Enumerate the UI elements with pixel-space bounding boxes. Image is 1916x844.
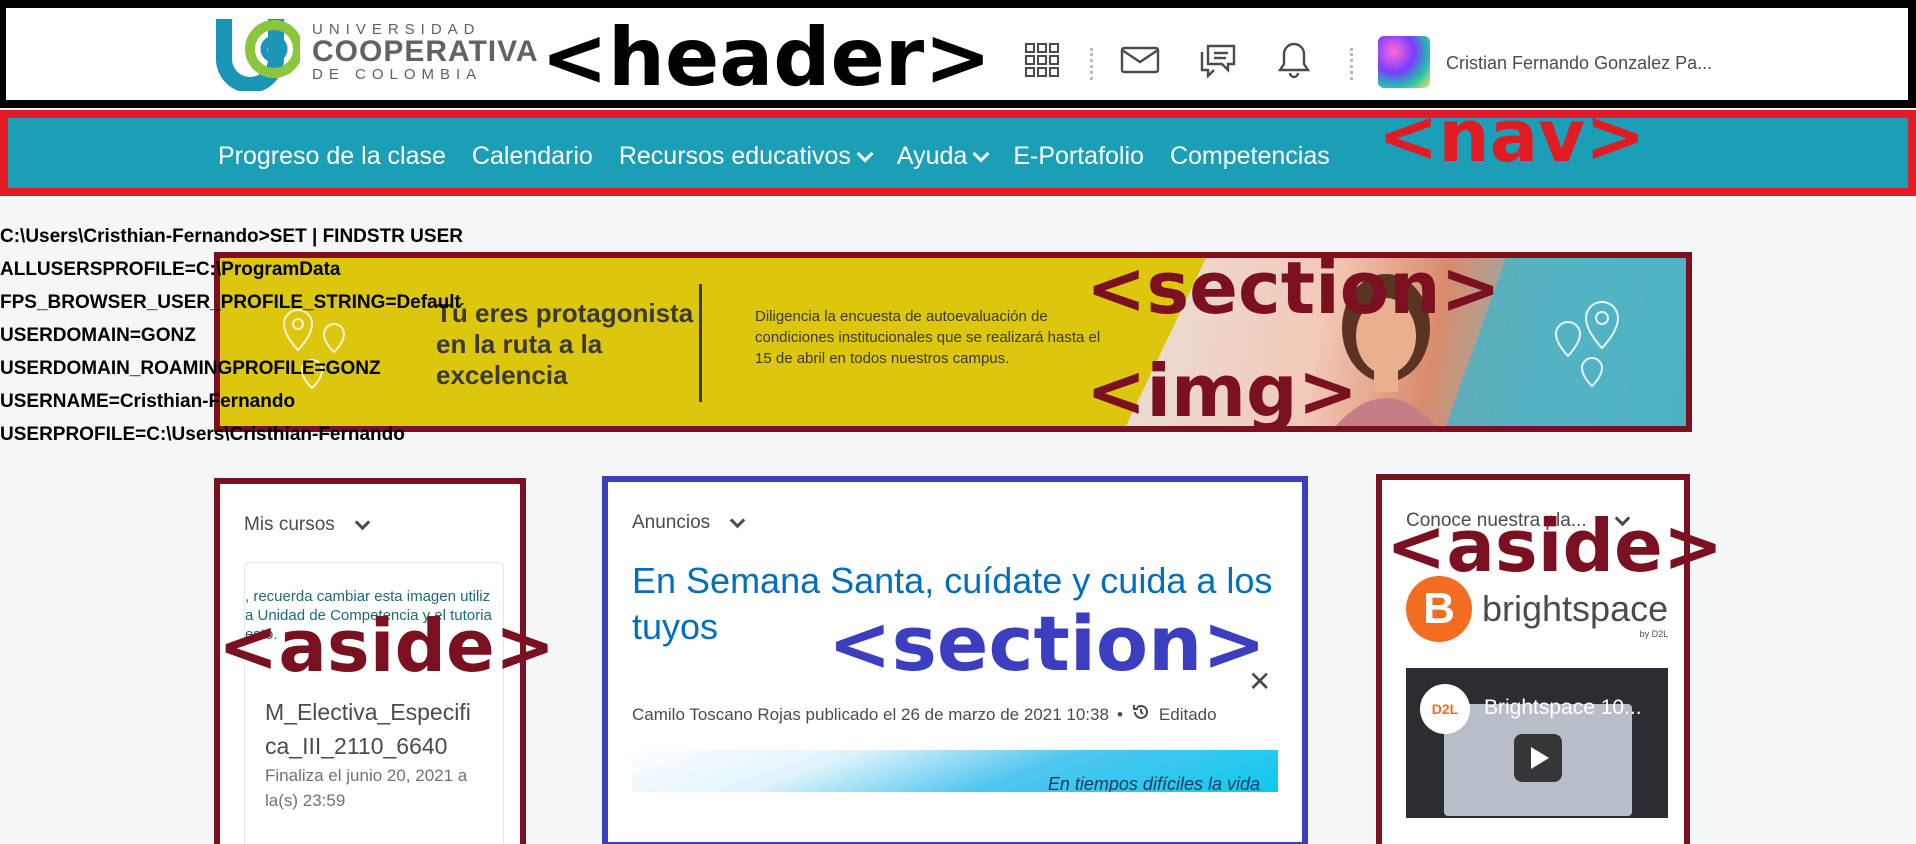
course-end-line: la(s) 23:59: [265, 791, 346, 810]
nav-items: Progreso de la clase Calendario Recursos…: [218, 142, 1330, 171]
brightspace-byline: by D2L: [1639, 629, 1669, 639]
banner-divider: [699, 284, 702, 402]
d2l-channel-icon: D2L: [1420, 684, 1470, 734]
banner-text: Diligencia la encuesta de autoevaluación…: [755, 306, 1100, 369]
bullet-separator: •: [1116, 704, 1123, 724]
nav-label: Recursos educativos: [618, 142, 851, 170]
terminal-line: FPS_BROWSER_USER_PROFILE_STRING=Default: [0, 292, 461, 313]
chevron-down-icon: [856, 145, 874, 162]
nav-item-recursos[interactable]: Recursos educativos: [618, 142, 874, 171]
nav-label: Competencias: [1169, 142, 1330, 170]
brightspace-wordmark: brightspace: [1482, 588, 1669, 629]
history-icon: [1131, 702, 1151, 727]
course-end-line: Finaliza el junio 20, 2021 a: [265, 766, 468, 785]
nav-label: Ayuda: [896, 142, 968, 170]
terminal-line: C:\Users\Cristhian-Fernando>SET | FINDST…: [0, 226, 463, 247]
terminal-line: USERPROFILE=C:\Users\Cristhian-Fernando: [0, 424, 405, 445]
chevron-down-icon: [972, 145, 990, 162]
nav-item-ayuda[interactable]: Ayuda: [896, 142, 990, 171]
header-divider: [1350, 48, 1353, 80]
chat-icon[interactable]: [1196, 38, 1240, 82]
course-name-line: M_Electiva_Especifi: [265, 699, 471, 725]
nav-label: Calendario: [471, 142, 593, 170]
chevron-down-icon[interactable]: [354, 514, 371, 530]
widget-header[interactable]: Mis cursos: [244, 514, 371, 536]
widget-title: Mis cursos: [244, 514, 335, 535]
nav-item-calendario[interactable]: Calendario: [472, 142, 593, 171]
header-tag-label: <header>: [541, 11, 992, 104]
course-name[interactable]: M_Electiva_Especifi ca_III_2110_6640: [265, 695, 471, 763]
logo-line-3: DE COLOMBIA: [312, 66, 483, 83]
nav-tag-label: <nav>: [1378, 94, 1646, 178]
banner-title-line: en la ruta a la: [436, 329, 603, 359]
nav-item-progreso[interactable]: Progreso de la clase: [218, 142, 446, 171]
nav-label: E-Portafolio: [1013, 142, 1144, 170]
user-avatar[interactable]: [1378, 36, 1430, 88]
section-tag-label: <section>: [1086, 246, 1501, 330]
user-name[interactable]: Cristian Fernando Gonzalez Pa...: [1446, 53, 1712, 74]
widget-header[interactable]: Anuncios: [632, 512, 746, 534]
img-tag-label: <img>: [1086, 349, 1358, 433]
banner-title-line: Tú eres protagonista: [436, 298, 694, 328]
apps-grid-icon[interactable]: [1020, 38, 1064, 82]
logo-wordmark: UNIVERSIDAD COOPERATIVA DE COLOMBIA: [312, 22, 539, 82]
video-player[interactable]: D2L Brightspace 10...: [1406, 668, 1668, 818]
logo-mark-icon: [212, 13, 303, 93]
announcement-meta: Camilo Toscano Rojas publicado el 26 de …: [632, 702, 1217, 727]
course-end-date: Finaliza el junio 20, 2021 a la(s) 23:59: [265, 763, 467, 813]
nav-label: Progreso de la clase: [218, 142, 446, 170]
chevron-down-icon[interactable]: [729, 512, 746, 528]
banner-text-line: Diligencia la encuesta de autoevaluación…: [755, 308, 1048, 325]
announcement-image: En tiempos difíciles la vida: [632, 750, 1278, 792]
location-pins-icon: [1554, 300, 1620, 388]
course-name-line: ca_III_2110_6640: [265, 733, 448, 759]
video-title: Brightspace 10...: [1484, 696, 1642, 719]
announcement-image-text: En tiempos difíciles la vida: [1047, 774, 1260, 792]
notifications-bell-icon[interactable]: [1272, 38, 1316, 82]
university-logo[interactable]: UNIVERSIDAD COOPERATIVA DE COLOMBIA: [212, 10, 538, 94]
play-button[interactable]: [1514, 734, 1562, 782]
nav-item-competencias[interactable]: Competencias: [1170, 142, 1330, 171]
edited-label: Editado: [1158, 704, 1217, 724]
section-tag-label: <section>: [828, 599, 1266, 688]
terminal-line: ALLUSERSPROFILE=C:\ProgramData: [0, 259, 341, 280]
aside-tag-label: <aside>: [1386, 504, 1724, 588]
announcement-author-date: Camilo Toscano Rojas publicado el 26 de …: [632, 704, 1109, 724]
terminal-output: C:\Users\Cristhian-Fernando>SET | FINDST…: [0, 220, 463, 451]
nav-item-eportafolio[interactable]: E-Portafolio: [1013, 142, 1144, 171]
banner-text-line: condiciones institucionales que se reali…: [755, 329, 1101, 346]
header-divider: [1090, 48, 1093, 80]
terminal-line: USERDOMAIN_ROAMINGPROFILE=GONZ: [0, 358, 381, 379]
play-icon: [1531, 747, 1549, 769]
site-header: UNIVERSIDAD COOPERATIVA DE COLOMBIA <hea…: [0, 0, 1916, 108]
terminal-line: USERDOMAIN=GONZ: [0, 325, 196, 346]
terminal-line: USERNAME=Cristhian-Fernando: [0, 391, 296, 412]
logo-line-2: COOPERATIVA: [312, 35, 539, 68]
banner-title: Tú eres protagonista en la ruta a la exc…: [436, 298, 693, 391]
aside-tag-label: <aside>: [218, 604, 556, 688]
banner-title-line: excelencia: [436, 360, 568, 390]
widget-title: Anuncios: [632, 512, 711, 533]
mail-icon[interactable]: [1118, 38, 1162, 82]
banner-text-line: 15 de abril en todos nuestros campus.: [755, 350, 1010, 367]
